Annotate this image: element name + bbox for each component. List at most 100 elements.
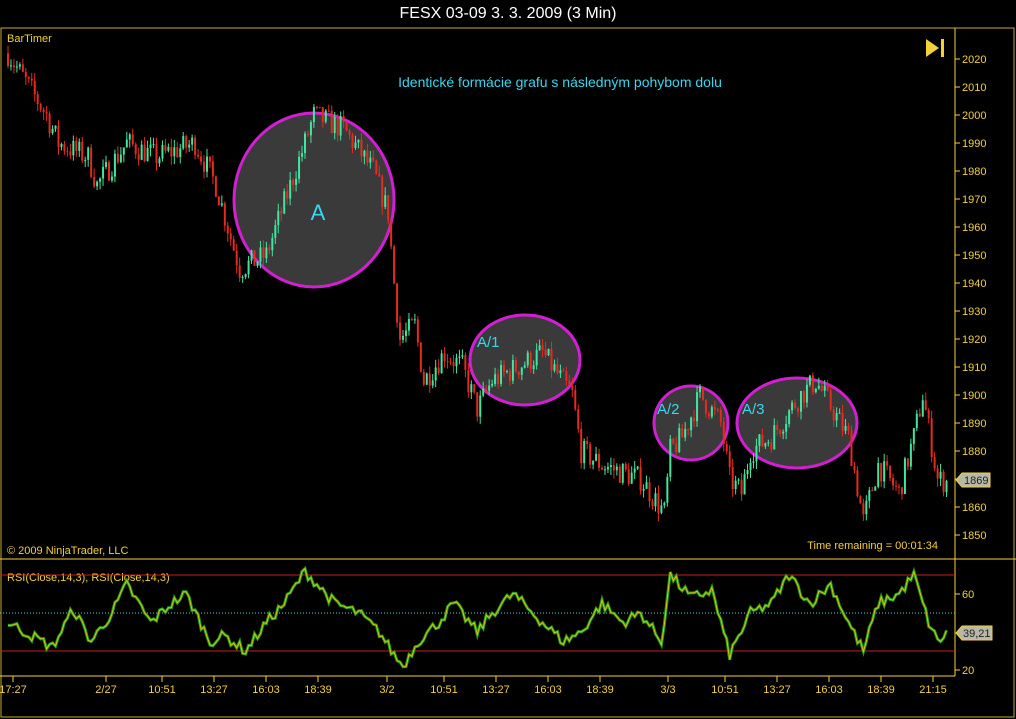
candle-body [776,425,779,431]
candle-body [909,443,912,467]
candle-body [467,370,470,393]
candle-body [45,112,48,114]
candle-body [223,203,226,226]
candle-body [54,125,57,129]
candle-body [835,413,838,421]
candle-body [333,116,336,134]
candle-body [446,361,449,363]
candle-body [78,141,81,151]
candle-body [645,482,648,489]
y-tick-label: 1960 [962,222,986,234]
candle-body [699,386,702,393]
y-tick-label: 2020 [962,54,986,66]
candle-body [639,466,642,491]
candle-body [318,106,321,108]
candle-body [452,362,455,367]
x-tick-label: 3/2 [379,684,394,696]
candle-body [799,391,802,412]
candle-body [770,442,773,450]
candle-body [746,470,749,475]
candle-body [402,335,405,340]
candle-body [752,461,755,463]
candle-body [81,141,84,161]
candle-body [553,364,556,371]
candle-body [767,442,770,444]
candle-body [773,425,776,450]
candle-body [57,125,60,147]
candle-body [404,330,407,336]
candle-body [906,458,909,467]
candle-body [556,364,559,374]
candle-body [265,247,268,259]
candle-body [829,390,832,410]
candle-body [18,64,21,67]
candle-body [292,180,295,185]
candle-body [152,144,155,146]
x-tick-label: 13:27 [482,684,510,696]
x-tick-label: 17:27 [0,684,27,696]
candle-body [678,428,681,452]
candle-body [609,465,612,468]
candle-body [811,375,814,393]
x-tick-label: 10:51 [430,684,458,696]
candle-body [838,412,841,414]
candle-body [927,410,930,419]
candle-body [684,428,687,438]
candle-body [268,247,271,251]
candle-body [182,136,185,149]
candle-body [734,480,737,490]
x-tick-label: 18:39 [867,684,895,696]
candle-body [583,440,586,464]
candle-body [369,157,372,163]
candle-body [295,178,298,185]
candle-body [817,385,820,389]
candle-body [529,352,532,370]
candle-body [410,318,413,321]
candle-body [306,133,309,136]
candle-body [918,413,921,417]
candle-body [119,154,122,163]
candle-body [15,66,18,68]
candle-body [173,147,176,157]
candle-body [535,349,538,366]
candle-body [48,113,51,134]
candle-body [707,413,710,417]
candle-body [636,466,639,469]
candle-body [853,466,856,471]
candle-body [666,476,669,503]
candle-body [274,224,277,238]
candle-body [526,352,529,366]
candle-body [797,408,800,412]
candle-body [428,373,431,386]
annotation-ellipse-a3 [735,376,859,470]
candle-body [84,159,87,161]
x-tick-label: 16:03 [534,684,562,696]
candle-body [390,220,393,247]
y-tick-label: 2000 [962,110,986,122]
candle-body [598,453,601,468]
candle-body [731,467,734,490]
candle-body [606,467,609,470]
candle-body [378,173,381,177]
candle-body [615,466,618,471]
candle-body [654,493,657,507]
candle-body [143,144,146,162]
candle-body [140,144,143,160]
candle-body [235,250,238,266]
candle-body [841,412,844,431]
candle-body [933,457,936,469]
candle-body [125,139,128,148]
candle-body [794,402,797,409]
candle-body [930,418,933,458]
candle-body [155,144,158,164]
scroll-to-end-icon[interactable] [926,39,944,57]
candle-body [660,505,663,513]
candle-body [431,380,434,386]
candle-body [544,349,547,356]
x-tick-label: 3/3 [660,684,675,696]
candle-body [761,434,764,447]
candle-body [289,180,292,199]
candle-body [72,140,75,156]
candle-body [342,116,345,123]
candle-body [743,474,746,495]
